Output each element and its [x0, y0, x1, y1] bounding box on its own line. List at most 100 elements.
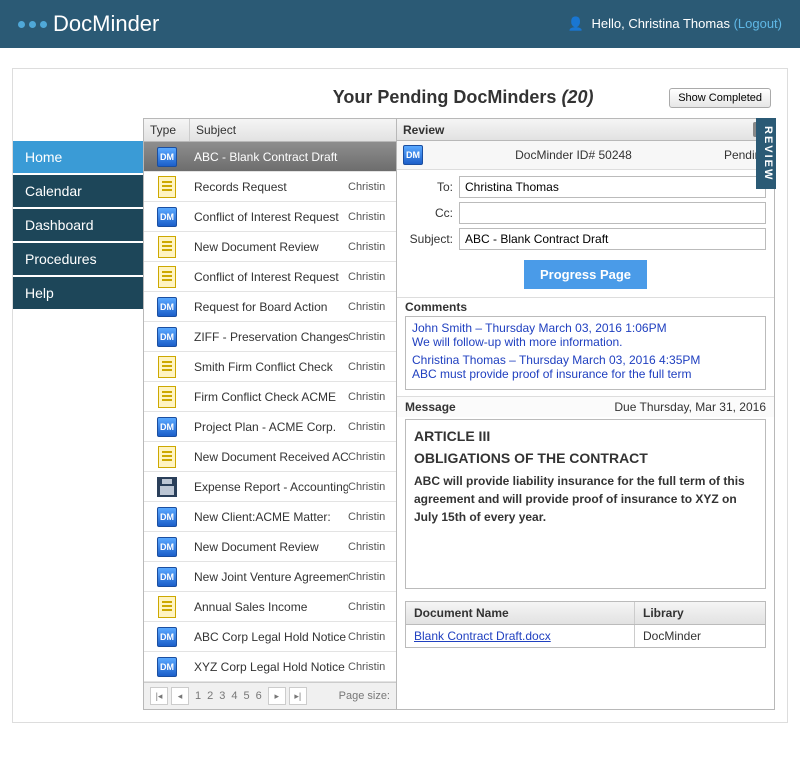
doc-col-library[interactable]: Library — [635, 602, 765, 624]
dm-icon: DM — [403, 145, 423, 165]
table-row[interactable]: DM Request for Board ActionChristin — [144, 292, 396, 322]
show-completed-button[interactable]: Show Completed — [669, 88, 771, 108]
comment-header: John Smith – Thursday March 03, 2016 1:0… — [412, 321, 759, 335]
to-label: To: — [405, 180, 459, 194]
comment-header: Christina Thomas – Thursday March 03, 20… — [412, 353, 759, 367]
brand-dots-icon — [18, 21, 47, 28]
id-bar: DM DocMinder ID# 50248 Pending — [397, 141, 774, 170]
subject-label: Subject: — [405, 232, 459, 246]
row-owner: Christin — [348, 271, 396, 283]
list-column: Type Subject DMABC - Blank Contract Draf… — [143, 118, 397, 710]
document-link[interactable]: Blank Contract Draft.docx — [414, 629, 551, 643]
row-subject: Smith Firm Conflict Check — [190, 360, 348, 374]
dm-icon: DM — [157, 507, 177, 527]
table-row[interactable]: DMABC - Blank Contract Draft — [144, 142, 396, 172]
main: Your Pending DocMinders (20) Show Comple… — [143, 81, 775, 710]
dm-icon: DM — [157, 327, 177, 347]
columns: REVIEW Type Subject DMABC - Blank Contra… — [143, 118, 775, 710]
col-type[interactable]: Type — [144, 119, 190, 141]
subject-field[interactable] — [459, 228, 766, 250]
review-title: Review — [403, 123, 444, 137]
pager-page[interactable]: 4 — [228, 690, 240, 702]
document-icon — [158, 266, 176, 288]
pager: |◂ ◂ 123456 ▸ ▸| Page size: — [144, 682, 396, 709]
document-library: DocMinder — [635, 625, 765, 647]
table-row[interactable]: DMProject Plan - ACME Corp.Christin — [144, 412, 396, 442]
document-icon — [158, 446, 176, 468]
document-icon — [158, 176, 176, 198]
cc-label: Cc: — [405, 206, 459, 220]
table-row[interactable]: DMABC Corp Legal Hold NoticeChristin — [144, 622, 396, 652]
row-subject: Firm Conflict Check ACME — [190, 390, 348, 404]
pager-page[interactable]: 6 — [253, 690, 265, 702]
row-subject: Conflict of Interest Request — [190, 210, 348, 224]
message-label: Message — [405, 400, 456, 414]
table-row[interactable]: Expense Report - AccountingChristin — [144, 472, 396, 502]
table-row[interactable]: DMXYZ Corp Legal Hold NoticeChristin — [144, 652, 396, 682]
row-owner: Christin — [348, 331, 396, 343]
dm-icon: DM — [157, 627, 177, 647]
row-subject: Records Request — [190, 180, 348, 194]
row-subject: Request for Board Action — [190, 300, 348, 314]
dm-icon: DM — [157, 147, 177, 167]
pager-next-icon[interactable]: ▸ — [268, 687, 286, 705]
col-subject[interactable]: Subject — [190, 119, 396, 141]
table-row[interactable]: New Document Received ACMEChristin — [144, 442, 396, 472]
dm-icon: DM — [157, 537, 177, 557]
review-side-tab[interactable]: REVIEW — [756, 118, 776, 189]
pager-last-icon[interactable]: ▸| — [289, 687, 307, 705]
brand: DocMinder — [18, 11, 159, 37]
doc-col-name[interactable]: Document Name — [406, 602, 635, 624]
comments-section: Comments John Smith – Thursday March 03,… — [397, 298, 774, 396]
nav-dashboard[interactable]: Dashboard — [13, 209, 143, 241]
pager-page[interactable]: 1 — [192, 690, 204, 702]
table-row[interactable]: DMNew Document ReviewChristin — [144, 532, 396, 562]
message-header: Message Due Thursday, Mar 31, 2016 — [397, 396, 774, 417]
table-row[interactable]: DMNew Joint Venture AgreementChristin — [144, 562, 396, 592]
row-subject: Annual Sales Income — [190, 600, 348, 614]
row-owner: Christin — [348, 301, 396, 313]
pager-page[interactable]: 2 — [204, 690, 216, 702]
container: HomeCalendarDashboardProceduresHelp Your… — [12, 68, 788, 723]
row-owner: Christin — [348, 241, 396, 253]
table-row[interactable]: Annual Sales IncomeChristin — [144, 592, 396, 622]
row-owner: Christin — [348, 421, 396, 433]
nav-home[interactable]: Home — [13, 141, 143, 173]
table-row[interactable]: DM New Client:ACME Matter:Christin — [144, 502, 396, 532]
dm-icon: DM — [157, 207, 177, 227]
nav-calendar[interactable]: Calendar — [13, 175, 143, 207]
table-row[interactable]: Firm Conflict Check ACMEChristin — [144, 382, 396, 412]
row-owner: Christin — [348, 481, 396, 493]
pager-prev-icon[interactable]: ◂ — [171, 687, 189, 705]
dm-icon: DM — [157, 567, 177, 587]
pager-page[interactable]: 5 — [241, 690, 253, 702]
row-owner: Christin — [348, 571, 396, 583]
row-owner: Christin — [348, 631, 396, 643]
msg-h1: ARTICLE III — [414, 428, 757, 444]
to-field[interactable] — [459, 176, 766, 198]
pager-page[interactable]: 3 — [216, 690, 228, 702]
table-row[interactable]: Conflict of Interest RequestChristin — [144, 262, 396, 292]
table-row[interactable]: New Document ReviewChristin — [144, 232, 396, 262]
table-row[interactable]: DMZIFF - Preservation ChangesChristin — [144, 322, 396, 352]
row-owner: Christin — [348, 511, 396, 523]
logout-link[interactable]: (Logout) — [734, 16, 782, 31]
msg-text: ABC will provide liability insurance for… — [414, 472, 757, 526]
cc-field[interactable] — [459, 202, 766, 224]
nav-help[interactable]: Help — [13, 277, 143, 309]
row-owner: Christin — [348, 541, 396, 553]
row-subject: New Client:ACME Matter: — [190, 510, 348, 524]
row-owner: Christin — [348, 361, 396, 373]
table-row[interactable]: Records RequestChristin — [144, 172, 396, 202]
pager-first-icon[interactable]: |◂ — [150, 687, 168, 705]
nav-procedures[interactable]: Procedures — [13, 243, 143, 275]
row-owner: Christin — [348, 601, 396, 613]
comments-box: John Smith – Thursday March 03, 2016 1:0… — [405, 316, 766, 390]
dm-icon: DM — [157, 297, 177, 317]
progress-page-button[interactable]: Progress Page — [524, 260, 647, 289]
message-body[interactable]: ARTICLE III OBLIGATIONS OF THE CONTRACT … — [405, 419, 766, 589]
table-row[interactable]: DM Conflict of Interest RequestChristin — [144, 202, 396, 232]
row-owner: Christin — [348, 211, 396, 223]
table-row[interactable]: Smith Firm Conflict CheckChristin — [144, 352, 396, 382]
page-title: Your Pending DocMinders (20) — [257, 87, 669, 108]
